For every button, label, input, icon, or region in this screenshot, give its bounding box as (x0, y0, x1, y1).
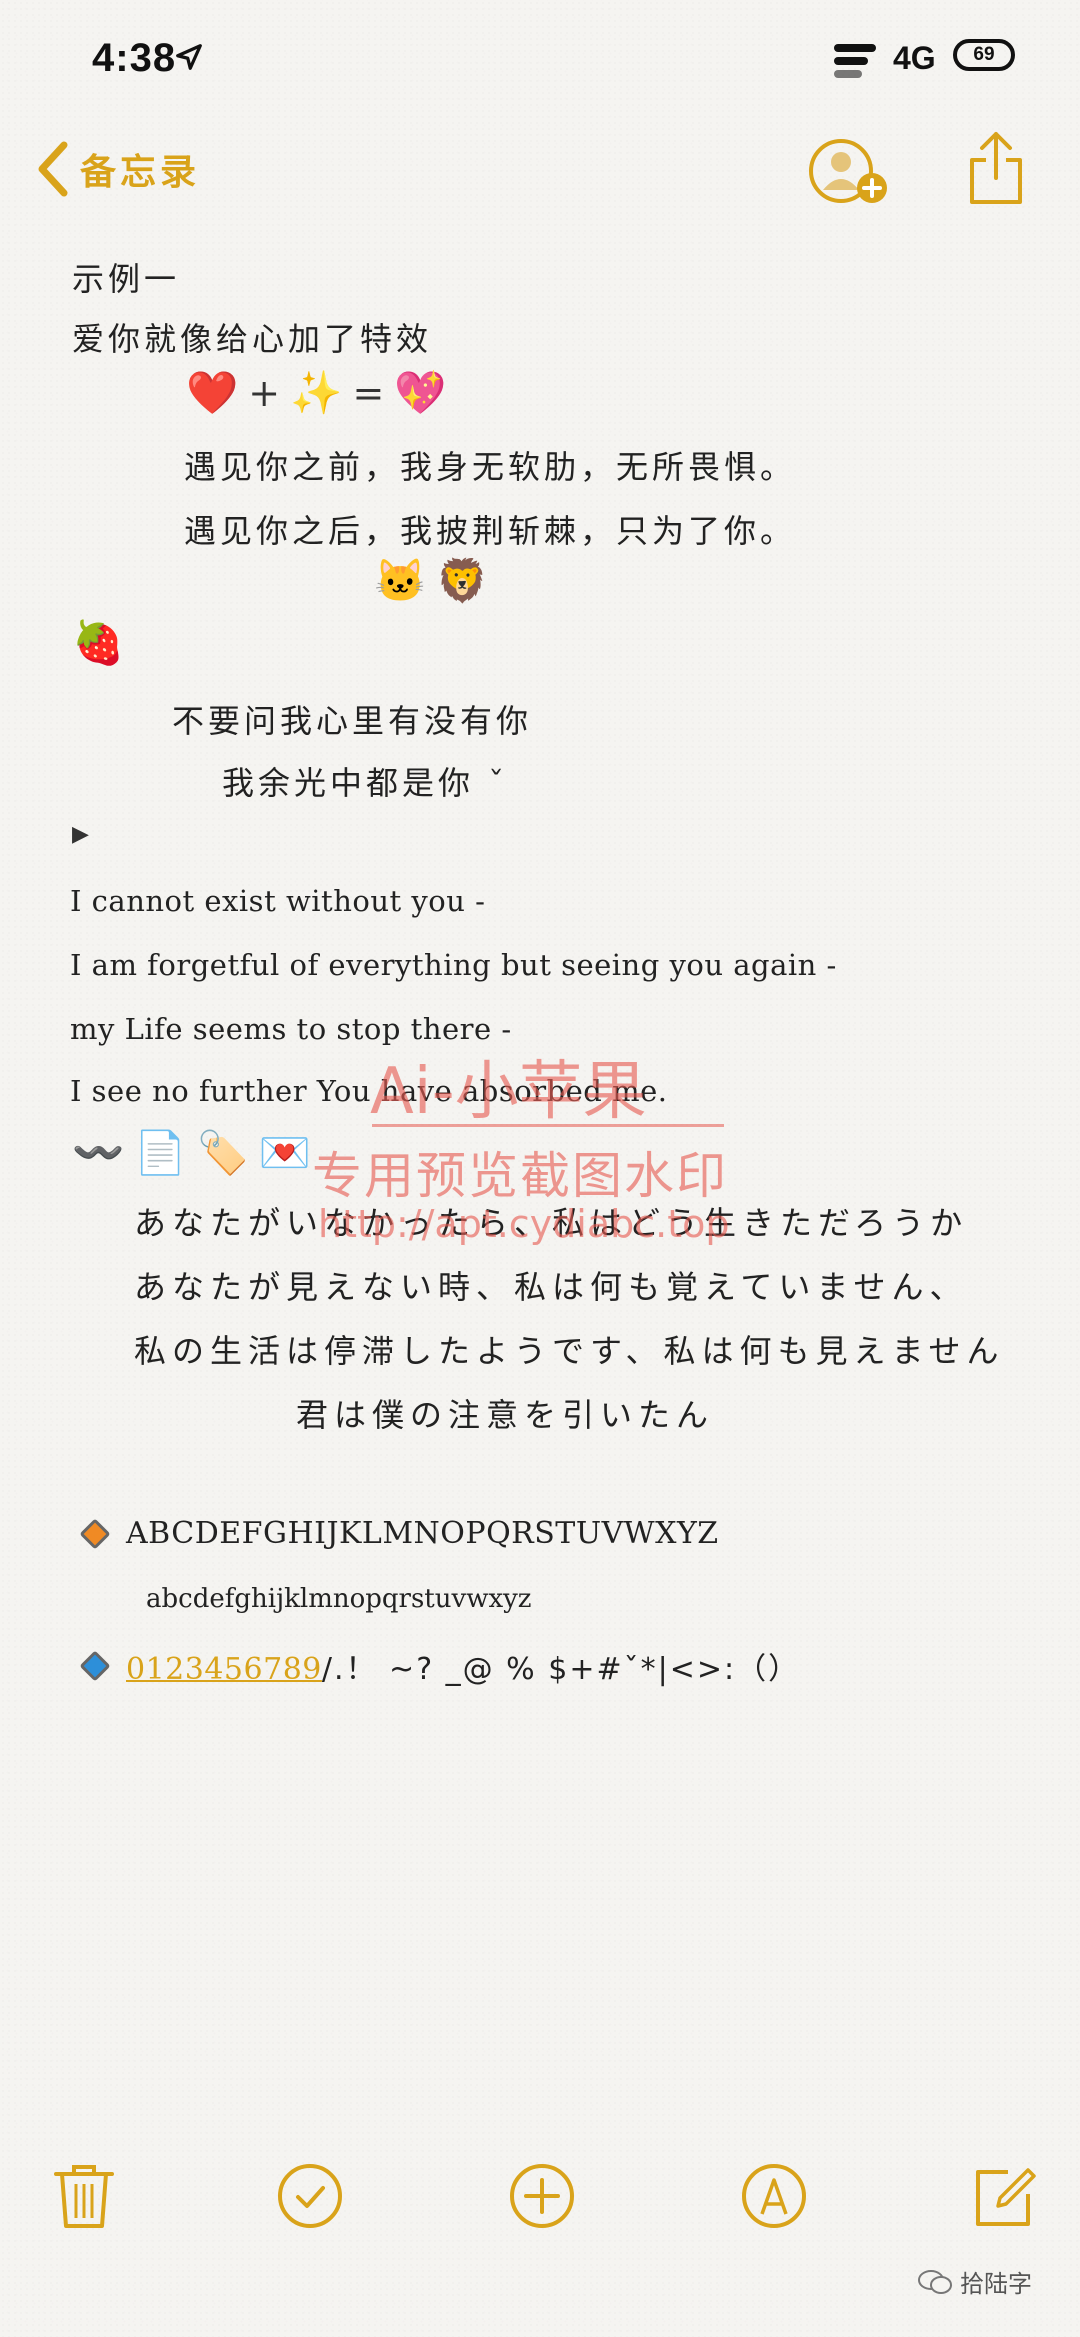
checklist-icon[interactable] (274, 2160, 346, 2232)
english-line: I cannot exist without you - (70, 884, 486, 918)
wechat-label: 拾陆字 (960, 2270, 1032, 2298)
back-label: 备忘录 (80, 151, 201, 193)
note-line: 遇见你之前，我身无软肋，无所畏惧。 (184, 448, 797, 486)
wechat-icon (918, 2269, 952, 2294)
symbols-text: /.！ ~? _@ % $+#ˇ*|<>:（） (321, 1652, 801, 1687)
digits-text: 0123456789 (126, 1652, 322, 1687)
back-button[interactable]: 备忘录 (36, 140, 200, 198)
wechat-source: 拾陆字 (918, 2264, 1032, 2299)
play-icon: ▶ (72, 822, 89, 847)
sparkling-heart-emoji: 💖 (394, 368, 447, 417)
wavy-dash-emoji: 〰️ (72, 1128, 125, 1177)
note-line: 遇见你之后，我披荆斩棘，只为了你。 (184, 512, 797, 550)
lowercase-alphabet: abcdefghijklmnopqrstuvwxyz (146, 1584, 532, 1614)
japanese-line: あなたが見えない時、私は何も覚えていません、 (134, 1268, 968, 1306)
cat-emoji: 🐱 (374, 556, 427, 605)
love-letter-emoji: 💌 (258, 1128, 312, 1177)
watermark-subtitle: 专用预览截图水印 (312, 1147, 728, 1205)
note-heading: 示例一 (72, 260, 181, 298)
status-time: 4:38 (92, 36, 177, 80)
uppercase-alphabet: ABCDEFGHIJKLMNOPQRSTUVWXYZ (126, 1516, 719, 1551)
note-line: 爱你就像给心加了特效 (72, 320, 433, 358)
label-emoji: 🏷️ (196, 1128, 249, 1177)
battery-indicator: 69 (953, 39, 1015, 71)
lion-emoji: 🦁 (436, 556, 489, 605)
japanese-line: 私の生活は停滞したようです、私は何も見えません (134, 1332, 1005, 1370)
chevron-left-icon (38, 141, 68, 197)
emoji-row: 〰️ 📄 🏷️ 💌 (72, 1128, 311, 1178)
network-type: 4G (893, 40, 936, 76)
emoji-row: 🐱 🦁 (374, 556, 489, 606)
english-line: I am forgetful of everything but seeing … (70, 948, 837, 982)
emoji-equation: ❤️ + ✨ = 💖 (186, 368, 447, 418)
note-line: 我余光中都是你 ˇ (222, 764, 509, 802)
markup-icon[interactable] (738, 2160, 810, 2232)
add-person-icon[interactable] (806, 138, 896, 208)
note-line: 不要问我心里有没有你 (172, 702, 533, 740)
strawberry-emoji: 🍓 (72, 618, 125, 667)
plus-sign: + (248, 371, 281, 415)
heart-emoji: ❤️ (186, 368, 239, 417)
compose-icon[interactable] (968, 2160, 1040, 2232)
trash-icon[interactable] (48, 2160, 120, 2232)
page-emoji: 📄 (134, 1128, 187, 1177)
orange-diamond-icon (79, 1517, 111, 1550)
signal-icon (834, 44, 876, 83)
sparkles-emoji: ✨ (290, 368, 343, 417)
share-icon[interactable] (966, 130, 1026, 206)
watermark-url: http://apt.cydiabc.top (318, 1202, 730, 1246)
equals-sign: = (352, 371, 385, 415)
digits-row: 0123456789/.！ ~? _@ % $+#ˇ*|<>:（） (79, 1644, 801, 1688)
uppercase-row: ABCDEFGHIJKLMNOPQRSTUVWXYZ (79, 1516, 719, 1551)
location-arrow-icon (176, 44, 202, 70)
japanese-line: 君は僕の注意を引いたん (296, 1396, 715, 1434)
watermark-underline (372, 1124, 724, 1127)
add-icon[interactable] (506, 2160, 578, 2232)
blue-diamond-icon (79, 1650, 111, 1682)
watermark-title: Ai-小苹果 (370, 1055, 647, 1129)
